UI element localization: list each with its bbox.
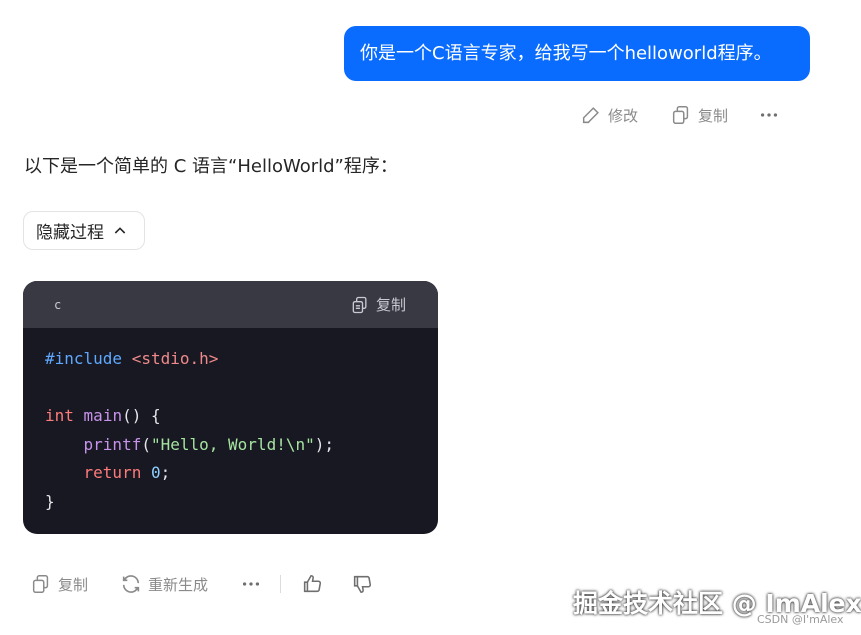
code-token: "Hello, World!\n" [150,434,315,454]
copy-icon [672,106,689,124]
thumbs-down-icon [353,575,372,594]
code-token: } [45,491,55,511]
code-token: printf [83,434,142,454]
thumbs-up-icon [303,574,322,593]
refresh-icon [122,575,140,593]
code-line: } [45,488,416,517]
code-line: ​ [45,374,416,403]
dislike-button[interactable] [351,573,373,595]
answer-more-button[interactable] [240,573,262,595]
more-dots-icon [760,113,778,117]
chat-page: 你是一个C语言专家，给我写一个helloworld程序。 修改 复制 以下是一个… [0,0,861,635]
more-button[interactable] [758,104,780,126]
answer-copy-button[interactable]: 复制 [30,573,88,595]
code-token: int [45,406,74,426]
code-token: ( [141,434,151,454]
code-block: c 复制 #include <stdio.h>​int main() { pri… [23,281,438,534]
copy-button[interactable]: 复制 [670,104,728,126]
user-message-bubble: 你是一个C语言专家，给我写一个helloworld程序。 [344,26,810,81]
code-line: printf("Hello, World!\n"); [45,431,416,460]
code-line: int main() { [45,402,416,431]
like-button[interactable] [301,573,323,595]
hide-process-button[interactable]: 隐藏过程 [23,211,145,250]
user-message-actions: 修改 复制 [580,100,780,130]
code-content: #include <stdio.h>​int main() { printf("… [23,328,438,534]
code-line: #include <stdio.h> [45,345,416,374]
code-token: return [83,463,142,483]
code-token: () { [122,406,161,426]
code-token: ; [160,463,171,483]
more-dots-icon [242,582,260,586]
edit-button[interactable]: 修改 [580,104,638,126]
code-line: return 0; [45,459,416,488]
code-token: #include [45,349,123,368]
watermark-sub: CSDN @I'mAlex [757,613,844,626]
code-header: c 复制 [23,281,438,328]
regenerate-button[interactable]: 重新生成 [120,573,208,595]
code-copy-button[interactable]: 复制 [350,294,406,315]
code-token: 0 [150,463,161,483]
pencil-icon [582,107,599,124]
answer-intro: 以下是一个简单的 C 语言“HelloWorld”程序： [24,156,398,177]
chevron-up-icon [114,226,126,234]
actions-divider [280,575,282,593]
code-language: c [54,297,62,312]
code-token: main [83,406,123,426]
copy-icon [352,296,367,313]
user-message-text: 你是一个C语言专家，给我写一个helloworld程序。 [360,43,772,64]
code-token: <stdio.h> [131,349,219,368]
code-token: ); [314,434,334,454]
copy-icon [32,575,49,593]
answer-actions: 复制 重新生成 [30,568,373,600]
